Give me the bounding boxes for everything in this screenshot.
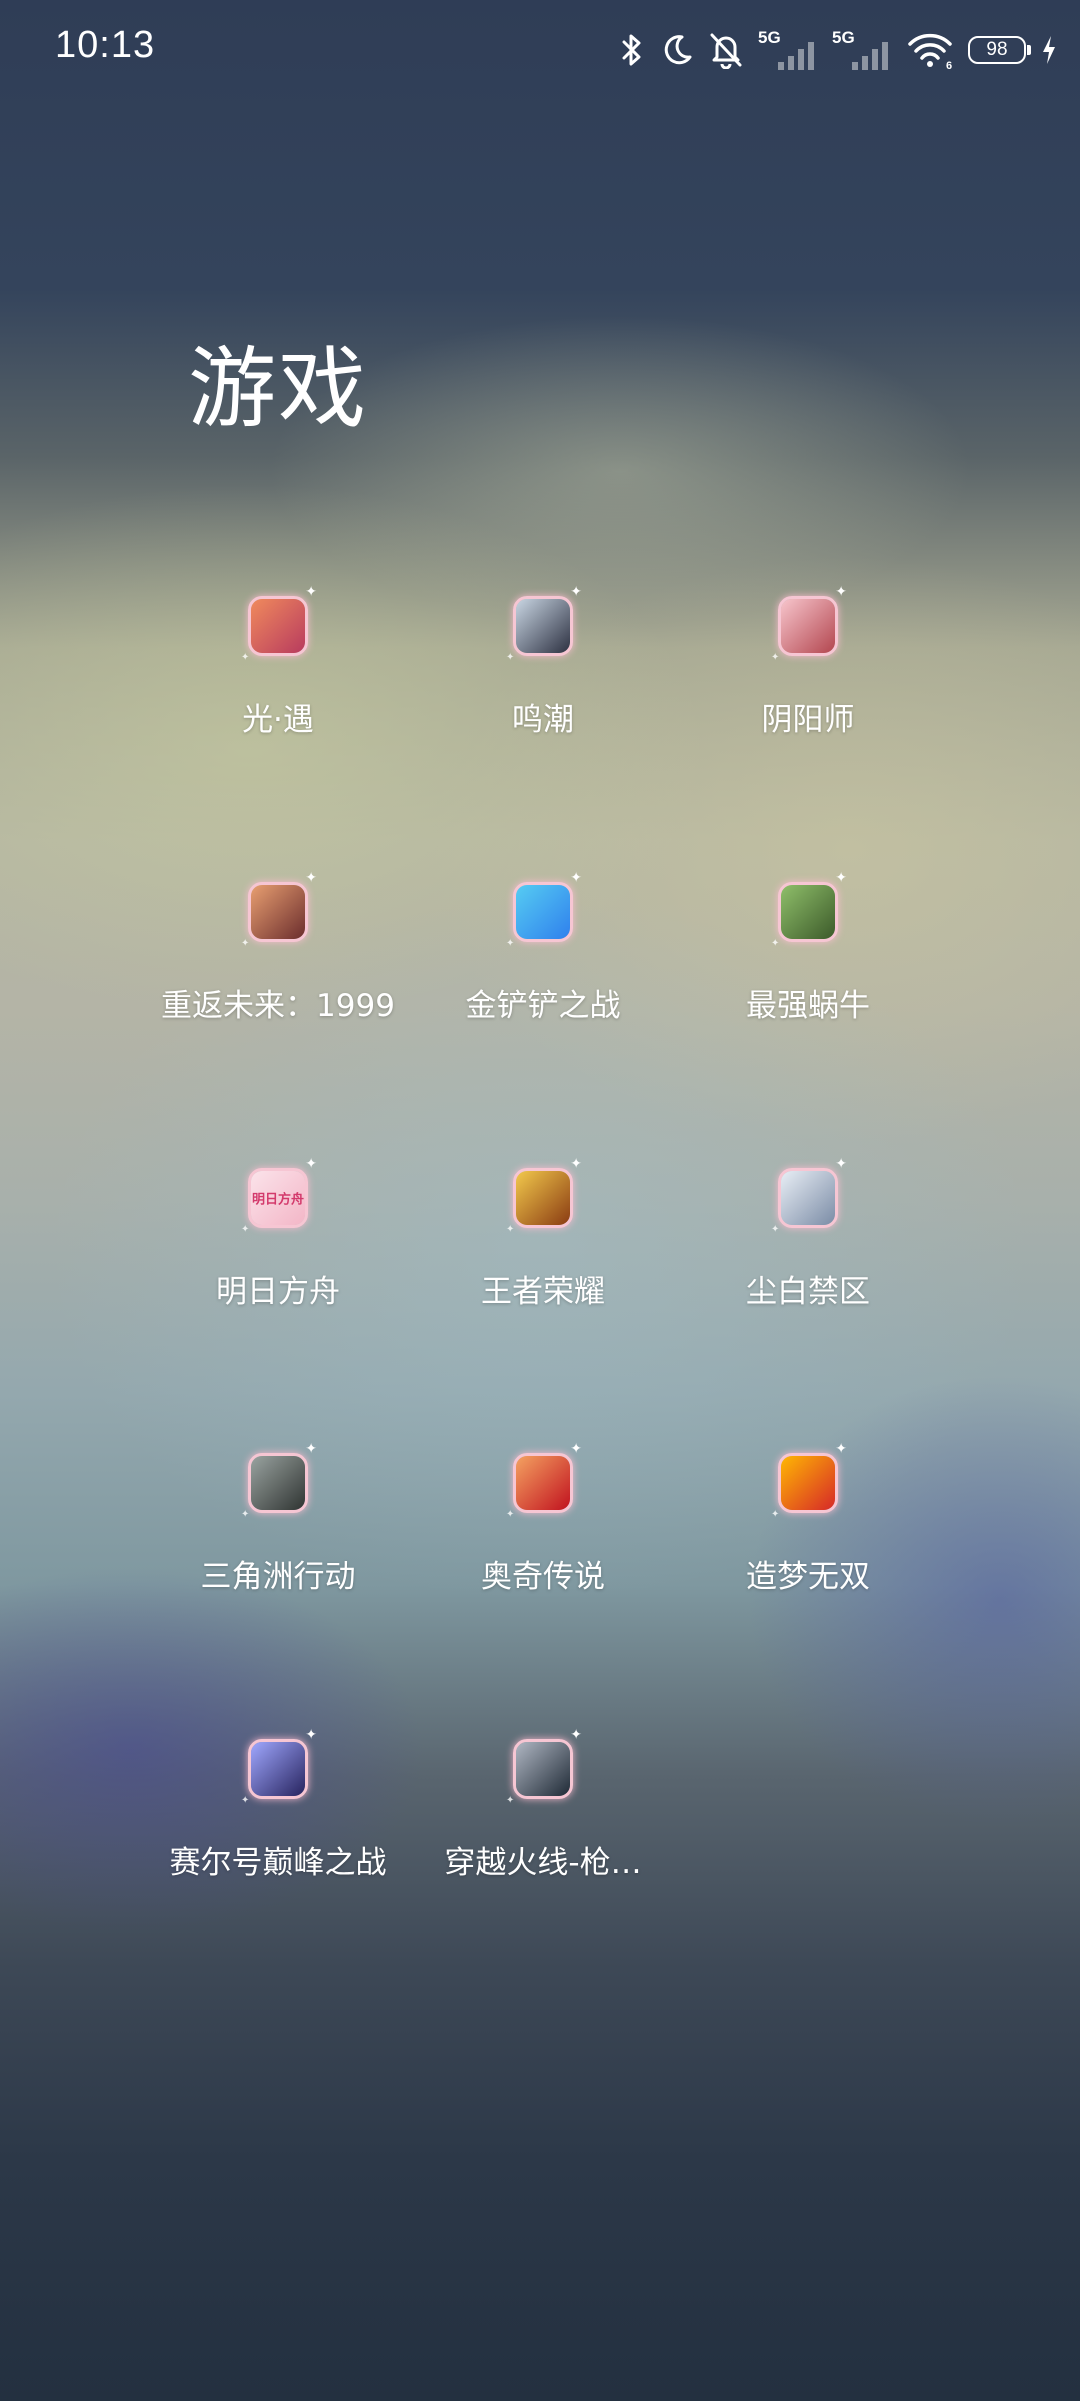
seer-peak-battle-icon[interactable]: ✦ ✦ <box>241 1728 317 1806</box>
app-shortcut[interactable]: ✦ ✦ 鸣潮 <box>410 585 676 796</box>
app-label: 三角洲行动 <box>200 1559 356 1595</box>
app-shortcut[interactable]: ✦ ✦ 造梦无双 <box>675 1442 941 1653</box>
golden-spatula-icon[interactable]: ✦ ✦ <box>506 871 582 949</box>
app-shortcut[interactable]: ✦ ✦ 赛尔号巅峰之战 <box>145 1728 411 1939</box>
app-grid: ✦ ✦ 光·遇 ✦ ✦ 鸣潮 ✦ ✦ 阴阳师 ✦ ✦ 重返未来：1999 ✦ ✦ 金铲铲之战 ✦ ✦ 最强蜗牛 明日… <box>0 0 1080 2401</box>
app-shortcut[interactable]: 明日方舟 ✦ ✦ 明日方舟 <box>145 1157 411 1368</box>
app-icon-art <box>781 1456 835 1510</box>
app-label: 奥奇传说 <box>481 1559 605 1595</box>
sparkle-icon: ✦ <box>241 652 250 663</box>
sparkle-icon: ✦ <box>506 652 515 663</box>
sparkle-icon: ✦ <box>835 870 847 886</box>
wuthering-waves-icon[interactable]: ✦ ✦ <box>506 585 582 663</box>
app-label: 赛尔号巅峰之战 <box>169 1845 387 1881</box>
sky-children-of-light-icon[interactable]: ✦ ✦ <box>241 585 317 663</box>
app-icon-art <box>251 599 305 653</box>
app-label: 光·遇 <box>242 702 314 738</box>
app-shortcut[interactable]: ✦ ✦ 金铲铲之战 <box>410 871 676 1082</box>
crossfire-icon[interactable]: ✦ ✦ <box>506 1728 582 1806</box>
sparkle-icon: ✦ <box>305 870 317 886</box>
app-icon-art <box>251 1742 305 1796</box>
sparkle-icon: ✦ <box>570 1156 582 1172</box>
app-icon-art <box>781 1171 835 1225</box>
app-label: 王者荣耀 <box>481 1274 605 1310</box>
app-label: 重返未来：1999 <box>161 988 395 1024</box>
app-label: 最强蜗牛 <box>746 988 870 1024</box>
app-icon-text: 明日方舟 <box>251 1192 304 1208</box>
sparkle-icon: ✦ <box>506 1509 515 1520</box>
app-icon-art <box>516 1742 570 1796</box>
sparkle-icon: ✦ <box>241 1224 250 1235</box>
sparkle-icon: ✦ <box>835 1156 847 1172</box>
sparkle-icon: ✦ <box>835 1441 847 1457</box>
app-shortcut[interactable]: ✦ ✦ 奥奇传说 <box>410 1442 676 1653</box>
snowbreak-icon[interactable]: ✦ ✦ <box>771 1157 847 1235</box>
app-label: 明日方舟 <box>216 1274 340 1310</box>
app-icon-art <box>516 1456 570 1510</box>
sparkle-icon: ✦ <box>506 1224 515 1235</box>
sparkle-icon: ✦ <box>570 1727 582 1743</box>
sparkle-icon: ✦ <box>241 1509 250 1520</box>
sparkle-icon: ✦ <box>241 938 250 949</box>
app-label: 金铲铲之战 <box>465 988 621 1024</box>
app-shortcut[interactable]: ✦ ✦ 王者荣耀 <box>410 1157 676 1368</box>
zaomeng-wushuang-icon[interactable]: ✦ ✦ <box>771 1442 847 1520</box>
arknights-icon[interactable]: 明日方舟 ✦ ✦ <box>241 1157 317 1235</box>
app-label: 尘白禁区 <box>746 1274 870 1310</box>
app-label: 鸣潮 <box>512 702 574 738</box>
app-icon-art <box>516 885 570 939</box>
aoqi-legend-icon[interactable]: ✦ ✦ <box>506 1442 582 1520</box>
sparkle-icon: ✦ <box>305 1727 317 1743</box>
sparkle-icon: ✦ <box>771 1224 780 1235</box>
app-icon-art <box>516 1171 570 1225</box>
sparkle-icon: ✦ <box>570 870 582 886</box>
app-shortcut[interactable]: ✦ ✦ 光·遇 <box>145 585 411 796</box>
home-screen-folder-view: 10:13 5G 5G 6 98 游戏 ✦ ✦ 光·遇 ✦ ✦ 鸣潮 ✦ ✦ 阴… <box>0 0 1080 2401</box>
app-icon-art <box>781 885 835 939</box>
app-label: 穿越火线-枪… <box>444 1845 642 1881</box>
app-label: 造梦无双 <box>746 1559 870 1595</box>
sparkle-icon: ✦ <box>835 584 847 600</box>
app-shortcut[interactable]: ✦ ✦ 穿越火线-枪… <box>410 1728 676 1939</box>
sparkle-icon: ✦ <box>506 1795 515 1806</box>
app-icon-art <box>781 599 835 653</box>
honor-of-kings-icon[interactable]: ✦ ✦ <box>506 1157 582 1235</box>
sparkle-icon: ✦ <box>570 1441 582 1457</box>
reverse-1999-icon[interactable]: ✦ ✦ <box>241 871 317 949</box>
sparkle-icon: ✦ <box>771 938 780 949</box>
delta-force-icon[interactable]: ✦ ✦ <box>241 1442 317 1520</box>
app-icon-art <box>516 599 570 653</box>
sparkle-icon: ✦ <box>305 1441 317 1457</box>
app-shortcut[interactable]: ✦ ✦ 最强蜗牛 <box>675 871 941 1082</box>
onmyoji-icon[interactable]: ✦ ✦ <box>771 585 847 663</box>
app-shortcut[interactable]: ✦ ✦ 阴阳师 <box>675 585 941 796</box>
app-label: 阴阳师 <box>761 702 855 738</box>
app-shortcut[interactable]: ✦ ✦ 重返未来：1999 <box>145 871 411 1082</box>
app-shortcut[interactable]: ✦ ✦ 三角洲行动 <box>145 1442 411 1653</box>
sparkle-icon: ✦ <box>771 652 780 663</box>
app-shortcut[interactable]: ✦ ✦ 尘白禁区 <box>675 1157 941 1368</box>
app-icon-art <box>251 1456 305 1510</box>
sparkle-icon: ✦ <box>771 1509 780 1520</box>
sparkle-icon: ✦ <box>570 584 582 600</box>
sparkle-icon: ✦ <box>305 584 317 600</box>
sparkle-icon: ✦ <box>305 1156 317 1172</box>
app-icon-art <box>251 885 305 939</box>
sparkle-icon: ✦ <box>506 938 515 949</box>
strongest-snail-icon[interactable]: ✦ ✦ <box>771 871 847 949</box>
sparkle-icon: ✦ <box>241 1795 250 1806</box>
